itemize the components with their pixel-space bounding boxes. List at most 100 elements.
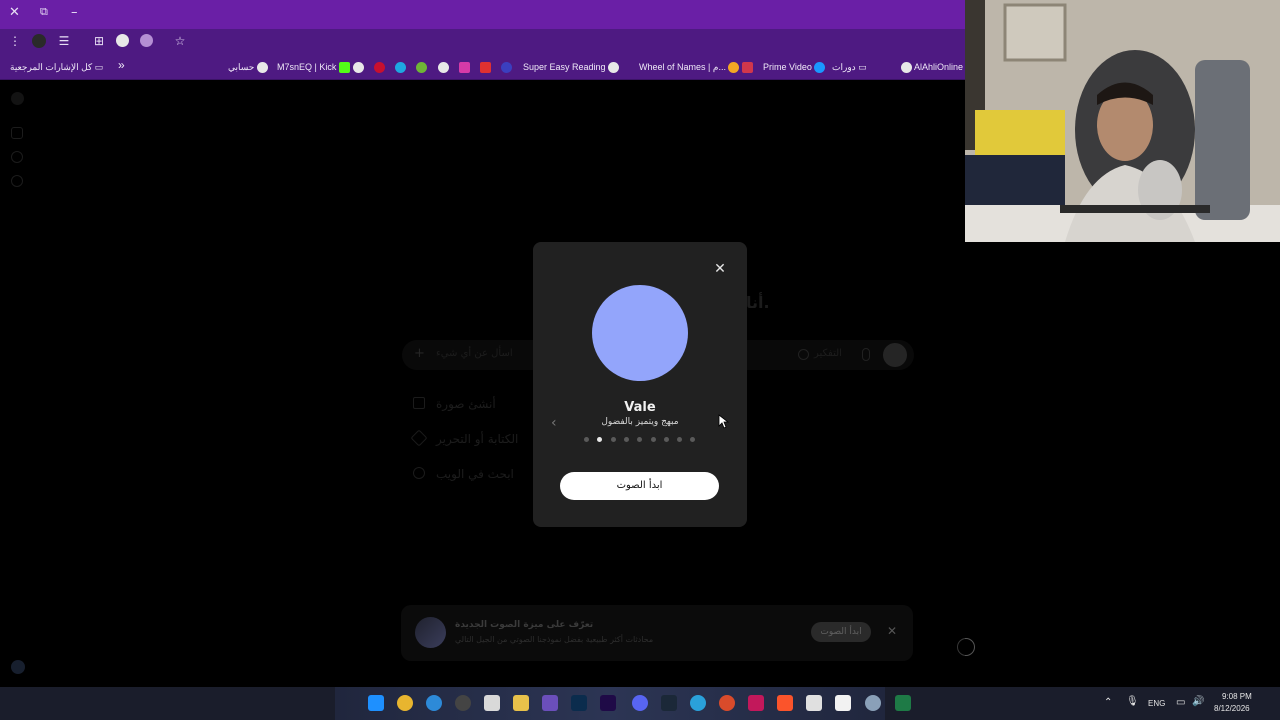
edge-icon[interactable] — [426, 695, 442, 711]
bookmark-icon-only[interactable] — [742, 59, 753, 75]
volume-icon[interactable]: 🔊 — [1192, 696, 1204, 707]
app-icon[interactable] — [748, 695, 764, 711]
globe-icon — [353, 62, 364, 74]
telegram-icon[interactable] — [690, 695, 706, 711]
bookmark-item[interactable]: حسابي — [228, 59, 268, 75]
red-site-icon — [374, 62, 385, 74]
windows-taskbar: ⌃ 🎙 ENG ▭ 🔊 9:08 PM 8/12/2026 — [0, 687, 1280, 720]
discord-icon[interactable] — [632, 695, 648, 711]
bookmark-label: Super Easy Reading — [523, 62, 606, 72]
bookmark-icon-only[interactable] — [416, 59, 427, 75]
photoshop-icon[interactable] — [571, 695, 587, 711]
site-icon — [742, 62, 753, 74]
close-window-button[interactable]: ✕ — [9, 5, 20, 20]
restore-window-button[interactable]: ⧉ — [40, 5, 48, 19]
app-icon[interactable] — [806, 695, 822, 711]
bookmark-label: حسابي — [228, 62, 255, 72]
excel-icon[interactable] — [895, 695, 911, 711]
voice-pagination-dots — [584, 437, 698, 443]
bookmark-item[interactable]: Prime Video — [763, 59, 826, 75]
brave-icon[interactable] — [777, 695, 793, 711]
clock-time[interactable]: 9:08 PM — [1222, 692, 1252, 701]
bookmark-icon-only[interactable] — [480, 59, 491, 75]
voice-feature-banner: تعرّف على ميزة الصوت الجديدة محادثات أكث… — [401, 605, 913, 661]
screen: ✕ ⧉ – ⋮ ☰ ⊞ ☆ كل الإشارات المرجعية ▭ » ح… — [0, 0, 1280, 720]
bookmark-label: Prime Video — [763, 62, 812, 72]
steam-icon[interactable] — [661, 695, 677, 711]
premiere-icon[interactable] — [600, 695, 616, 711]
minimize-window-button[interactable]: – — [71, 5, 78, 20]
pagination-dot[interactable] — [610, 437, 616, 442]
modal-close-icon[interactable]: ✕ — [713, 262, 727, 276]
file-explorer-icon[interactable] — [513, 695, 529, 711]
bookmark-icon-only[interactable] — [438, 59, 449, 75]
pagination-dot[interactable] — [597, 437, 603, 442]
pagination-dot[interactable] — [650, 437, 656, 442]
prime-video-icon — [814, 62, 826, 74]
extension-icon[interactable] — [32, 34, 46, 48]
app-icon[interactable] — [719, 695, 735, 711]
microphone-tray-icon[interactable]: 🎙 — [1126, 696, 1139, 707]
reading-list-icon[interactable]: ☰ — [56, 33, 72, 49]
app-icon[interactable] — [865, 695, 881, 711]
browser-titlebar: ✕ ⧉ – — [0, 0, 965, 29]
bookmark-icon-only[interactable] — [395, 59, 406, 75]
bookmark-icon-only[interactable] — [374, 59, 385, 75]
bookmark-label: M7snEQ | Kick — [277, 62, 337, 72]
folder-icon: ▭ — [858, 62, 867, 72]
pagination-dot[interactable] — [584, 437, 589, 442]
bookmark-icon-only[interactable] — [501, 59, 512, 75]
extensions-puzzle-icon[interactable]: ⊞ — [91, 33, 107, 49]
bookmark-star-icon[interactable]: ☆ — [172, 33, 188, 49]
bookmark-label: Wheel of Names | م... — [639, 62, 726, 72]
banner-subtitle: محادثات أكثر طبيعية بفضل نموذجنا الصوتي … — [455, 635, 654, 644]
all-bookmarks-folder[interactable]: كل الإشارات المرجعية ▭ — [10, 59, 103, 75]
globe-icon — [256, 62, 268, 74]
extension-3-icon[interactable] — [140, 34, 153, 47]
voice-name: Vale — [624, 400, 656, 415]
obs-icon[interactable] — [455, 695, 471, 711]
webcam-overlay — [965, 0, 1280, 242]
folder-icon: ▭ — [94, 62, 104, 72]
angular-icon — [480, 62, 491, 74]
banner-start-voice-button[interactable]: ابدأ الصوت — [811, 622, 871, 642]
visual-studio-icon[interactable] — [542, 695, 558, 711]
app-icon[interactable] — [835, 695, 851, 711]
previous-voice-icon[interactable]: ‹ — [551, 415, 557, 431]
tray-overflow-icon[interactable]: ⌃ — [1104, 697, 1112, 708]
pagination-dot[interactable] — [637, 437, 643, 442]
bookmark-item[interactable]: دورات ▭ — [832, 59, 867, 75]
network-icon[interactable]: ▭ — [1176, 697, 1185, 708]
site-icon — [459, 62, 470, 74]
globe-icon — [438, 62, 449, 74]
download-icon — [416, 62, 427, 74]
wheel-icon — [728, 62, 740, 74]
voice-picker-modal: ✕ Vale مبهج ويتميز بالفضول ‹ ابدأ الصوت — [533, 242, 747, 527]
pagination-dot[interactable] — [623, 437, 629, 442]
language-indicator[interactable]: ENG — [1148, 699, 1165, 708]
bookmark-icon-only[interactable] — [353, 59, 364, 75]
all-bookmarks-label: كل الإشارات المرجعية — [10, 62, 93, 72]
bookmark-icon-only[interactable] — [459, 59, 470, 75]
store-icon[interactable] — [484, 695, 500, 711]
banner-orb-icon — [415, 617, 446, 648]
chrome-icon[interactable] — [397, 695, 413, 711]
banner-close-icon[interactable]: ✕ — [887, 624, 897, 638]
pagination-dot[interactable] — [677, 437, 683, 442]
bookmarks-bar: كل الإشارات المرجعية ▭ » حسابي M7snEQ | … — [0, 54, 965, 80]
voice-description: مبهج ويتميز بالفضول — [601, 417, 679, 427]
globe-icon — [608, 62, 620, 74]
start-voice-button[interactable]: ابدأ الصوت — [560, 472, 719, 500]
bookmarks-overflow-button[interactable]: » — [118, 57, 125, 73]
bookmark-item[interactable]: Super Easy Reading — [523, 59, 620, 75]
bookmark-item[interactable]: AlAhliOnline — [901, 59, 963, 75]
clock-date[interactable]: 8/12/2026 — [1214, 704, 1250, 713]
bookmark-item[interactable]: Wheel of Names | م... — [639, 59, 740, 75]
windows-start-icon[interactable] — [368, 695, 384, 711]
extension-2-icon[interactable] — [116, 34, 129, 47]
banner-title: تعرّف على ميزة الصوت الجديدة — [455, 620, 594, 630]
menu-dots-icon[interactable]: ⋮ — [7, 33, 23, 49]
pagination-dot[interactable] — [690, 437, 696, 442]
bookmark-item[interactable]: M7snEQ | Kick — [277, 59, 350, 75]
pagination-dot[interactable] — [663, 437, 669, 442]
